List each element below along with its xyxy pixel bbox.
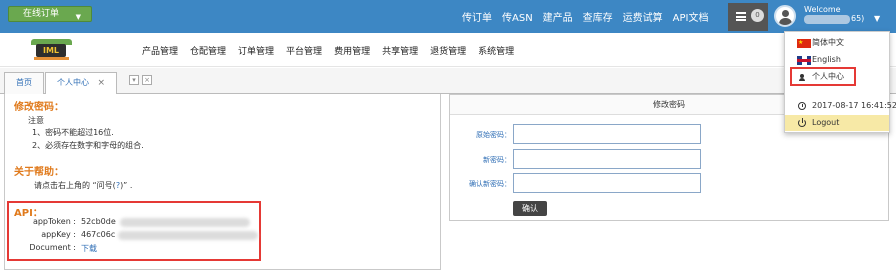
china-flag-icon: [797, 35, 811, 51]
user-avatar[interactable]: [774, 5, 796, 27]
user-id-text: 65): [851, 14, 865, 23]
confirm-password-input[interactable]: [513, 173, 701, 193]
nav-item-warehouse[interactable]: 仓配管理: [190, 44, 226, 57]
confirm-button[interactable]: 确认: [513, 201, 547, 216]
top-link-upload-asn[interactable]: 传ASN: [502, 9, 533, 24]
help-heading: 关于帮助：: [14, 167, 64, 178]
app-key-label: appKey :: [41, 230, 76, 239]
top-link-create-product[interactable]: 建产品: [543, 9, 573, 24]
tab-personal-center-label: 个人中心: [56, 78, 89, 87]
top-bar: 在线订单 ▼ 传订单 传ASN 建产品 查库存 运费试算 API文档 0 Wel…: [0, 0, 896, 33]
power-icon: [798, 118, 806, 127]
top-link-freight-calc[interactable]: 运费试算: [623, 9, 663, 24]
personal-center-highlight: [790, 67, 856, 86]
close-tab-icon[interactable]: ×: [98, 78, 106, 88]
logo-bottom-shape: [34, 57, 69, 60]
document-download-link[interactable]: 下载: [81, 243, 97, 254]
tab-bar: 首页 个人中心 × ▾ ×: [0, 68, 896, 95]
dropdown-item-datetime: 2017-08-17 16:41:52: [785, 98, 896, 114]
app-key-redacted: [118, 231, 258, 240]
dropdown-item-logout[interactable]: Logout: [785, 115, 889, 131]
main-nav: IML 产品管理 仓配管理 订单管理 平台管理 费用管理 共享管理 退货管理 系…: [0, 33, 896, 67]
datetime-label: 2017-08-17 16:41:52: [812, 101, 896, 110]
online-order-button[interactable]: 在线订单 ▼: [8, 6, 92, 22]
logout-label: Logout: [812, 118, 840, 127]
welcome-text: Welcome: [804, 5, 841, 14]
caret-down-icon: ▼: [75, 13, 81, 21]
help-text-prefix: 请点击右上角的 “问号(: [34, 181, 116, 190]
nav-item-order[interactable]: 订单管理: [238, 44, 274, 57]
nav-item-share[interactable]: 共享管理: [382, 44, 418, 57]
menu-icon[interactable]: [736, 12, 746, 21]
document-label: Document :: [29, 243, 76, 252]
top-link-check-inventory[interactable]: 查库存: [583, 9, 613, 24]
dropdown-item-chinese[interactable]: 简体中文: [785, 35, 889, 51]
user-menu-caret-icon[interactable]: ▼: [874, 14, 880, 23]
notification-badge[interactable]: 0: [751, 9, 764, 22]
nav-item-returns[interactable]: 退货管理: [430, 44, 466, 57]
tab-personal-center[interactable]: 个人中心 ×: [45, 72, 117, 95]
logo-plate: IML: [36, 44, 66, 57]
nav-item-fees[interactable]: 费用管理: [334, 44, 370, 57]
top-link-upload-order[interactable]: 传订单: [462, 9, 492, 24]
app-key-value: 467c06c: [81, 230, 116, 239]
logo[interactable]: IML: [30, 37, 73, 61]
uk-flag-icon: [797, 56, 811, 65]
note-label: 注意: [28, 116, 44, 125]
nav-item-product[interactable]: 产品管理: [142, 44, 178, 57]
old-password-input[interactable]: [513, 124, 701, 144]
tab-list-dropdown-icon[interactable]: ▾: [129, 75, 139, 85]
change-password-heading: 修改密码：: [14, 102, 64, 113]
confirm-password-label: 确认新密码：: [469, 180, 511, 188]
lang-english-label: English: [812, 55, 841, 64]
new-password-label: 新密码：: [483, 156, 511, 164]
help-text: 请点击右上角的 “问号(?)” .: [34, 180, 132, 191]
nav-menu: 产品管理 仓配管理 订单管理 平台管理 费用管理 共享管理 退货管理 系统管理: [142, 33, 526, 67]
help-text-suffix: )” .: [120, 181, 133, 190]
nav-item-platform[interactable]: 平台管理: [286, 44, 322, 57]
lang-chinese-label: 简体中文: [812, 38, 844, 47]
app-token-redacted: [120, 218, 250, 227]
top-quick-links: 传订单 传ASN 建产品 查库存 运费试算 API文档: [462, 0, 719, 33]
tab-home[interactable]: 首页: [4, 72, 44, 94]
online-order-label: 在线订单: [23, 9, 60, 19]
tab-close-all-icon[interactable]: ×: [142, 75, 152, 85]
note-line-1: 1、密码不能超过16位.: [32, 128, 114, 137]
app-token-value: 52cb0de: [81, 217, 116, 226]
dropdown-item-english[interactable]: English: [785, 52, 889, 68]
new-password-input[interactable]: [513, 149, 701, 169]
clock-icon: [798, 102, 806, 110]
top-link-api-docs[interactable]: API文档: [673, 9, 709, 24]
app-token-label: appToken :: [32, 217, 76, 226]
blurred-username: [804, 15, 850, 24]
nav-item-system[interactable]: 系统管理: [478, 44, 514, 57]
old-password-label: 原始密码：: [476, 131, 511, 139]
note-line-2: 2、必须存在数字和字母的组合.: [32, 141, 144, 150]
